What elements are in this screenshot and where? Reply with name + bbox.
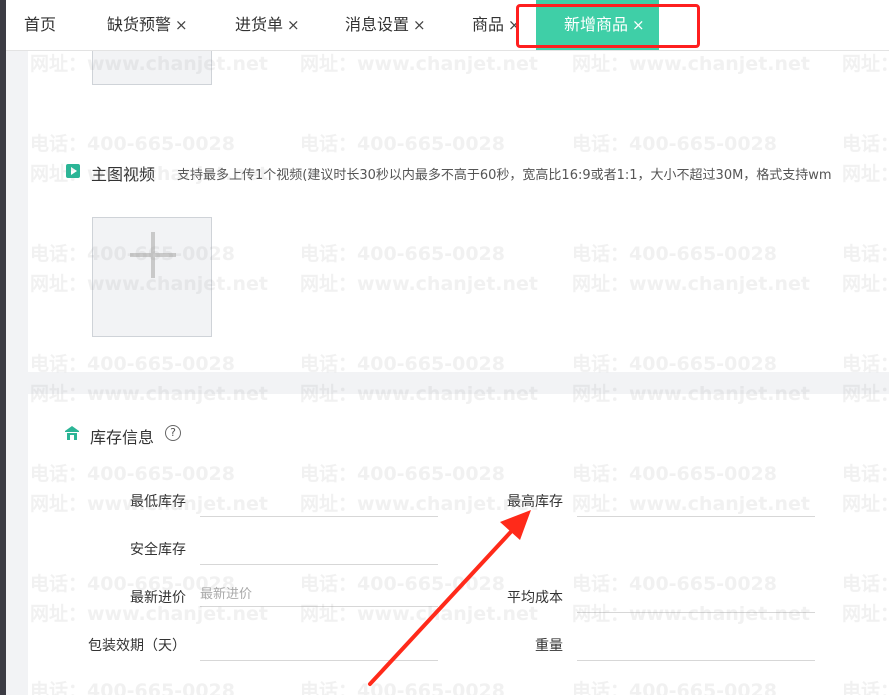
average-cost-label: 平均成本 [507,590,563,606]
latest-purchase-price-input[interactable] [200,582,438,607]
weight-label: 重量 [535,638,563,654]
tab-stockout-alert[interactable]: 缺货预警 × [107,0,188,50]
min-stock-input[interactable] [200,492,438,517]
section-divider [28,372,889,394]
safety-stock-label: 安全库存 [130,542,186,558]
shelf-life-input[interactable] [200,636,438,661]
close-icon[interactable]: × [175,16,188,34]
tab-label: 消息设置 [345,15,410,34]
shelf-life-label: 包装效期（天） [88,638,186,654]
tab-products[interactable]: 商品 × [472,0,521,50]
tab-label: 缺货预警 [107,15,172,34]
tab-bar: 首页 缺货预警 × 进货单 × 消息设置 × 商品 × 新增商品 × [6,0,889,51]
video-upload-hint: 支持最多上传1个视频(建议时长30秒以内最多不高于60秒，宽高比16:9或者1:… [177,168,832,183]
safety-stock-input[interactable] [200,540,438,565]
max-stock-input[interactable] [577,492,815,517]
video-upload-button[interactable] [92,217,212,337]
max-stock-label: 最高库存 [507,494,563,510]
tab-label: 首页 [24,15,57,34]
min-stock-label: 最低库存 [130,494,186,510]
left-edge [0,0,6,695]
tab-message-settings[interactable]: 消息设置 × [345,0,426,50]
warehouse-icon [65,426,79,440]
video-icon [66,164,80,178]
close-icon[interactable]: × [413,16,426,34]
weight-input[interactable] [577,636,815,661]
tab-home[interactable]: 首页 [24,0,56,50]
help-icon[interactable]: ? [165,425,181,441]
tab-label: 商品 [472,15,505,34]
inventory-section-title: 库存信息 [90,428,155,447]
average-cost-input[interactable] [577,588,815,613]
tab-purchase-order[interactable]: 进货单 × [235,0,300,50]
annotation-highlight-box [516,4,700,48]
video-section-title: 主图视频 [91,165,156,184]
latest-purchase-price-label: 最新进价 [130,590,186,606]
close-icon[interactable]: × [287,16,300,34]
tab-label: 进货单 [235,15,284,34]
app-window: 主图视频 支持最多上传1个视频(建议时长30秒以内最多不高于60秒，宽高比16:… [0,0,889,695]
